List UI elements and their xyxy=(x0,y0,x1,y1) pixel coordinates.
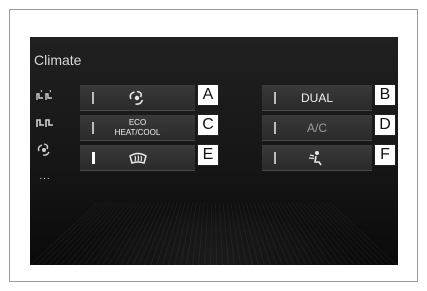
background-floor xyxy=(30,202,398,265)
ac-label: A/C xyxy=(306,120,327,135)
indicator-light xyxy=(274,92,276,104)
dual-button[interactable]: DUAL xyxy=(262,85,372,111)
dual-label: DUAL xyxy=(300,90,333,105)
indicator-light-on xyxy=(92,152,95,164)
callout-e: E xyxy=(197,144,219,166)
seat-heater-icon[interactable] xyxy=(34,89,56,103)
windshield-defrost-button[interactable] xyxy=(80,145,195,171)
callout-d: D xyxy=(374,114,396,136)
eco-heat-cool-button[interactable]: ECO HEAT/COOL xyxy=(80,115,195,141)
windshield-defrost-icon xyxy=(128,152,147,164)
ac-button[interactable]: A/C xyxy=(262,115,372,141)
fan-button[interactable] xyxy=(80,85,195,111)
callout-f: F xyxy=(374,144,396,166)
more-icon[interactable]: ... xyxy=(34,169,56,183)
seat-ventilation-icon[interactable] xyxy=(34,116,56,130)
fan-icon[interactable] xyxy=(34,143,56,157)
indicator-light xyxy=(92,122,94,134)
page-title: Climate xyxy=(34,52,82,68)
callout-b: B xyxy=(374,84,396,106)
callout-a: A xyxy=(197,84,219,106)
indicator-light xyxy=(274,152,276,164)
fan-icon xyxy=(128,90,143,105)
eco-label: ECO xyxy=(128,117,147,127)
indicator-light xyxy=(92,92,94,104)
indicator-light xyxy=(274,122,276,134)
airflow-mode-icon xyxy=(308,150,322,165)
airflow-mode-button[interactable] xyxy=(262,145,372,171)
callout-c: C xyxy=(197,114,219,136)
heat-cool-label: HEAT/COOL xyxy=(114,127,161,137)
